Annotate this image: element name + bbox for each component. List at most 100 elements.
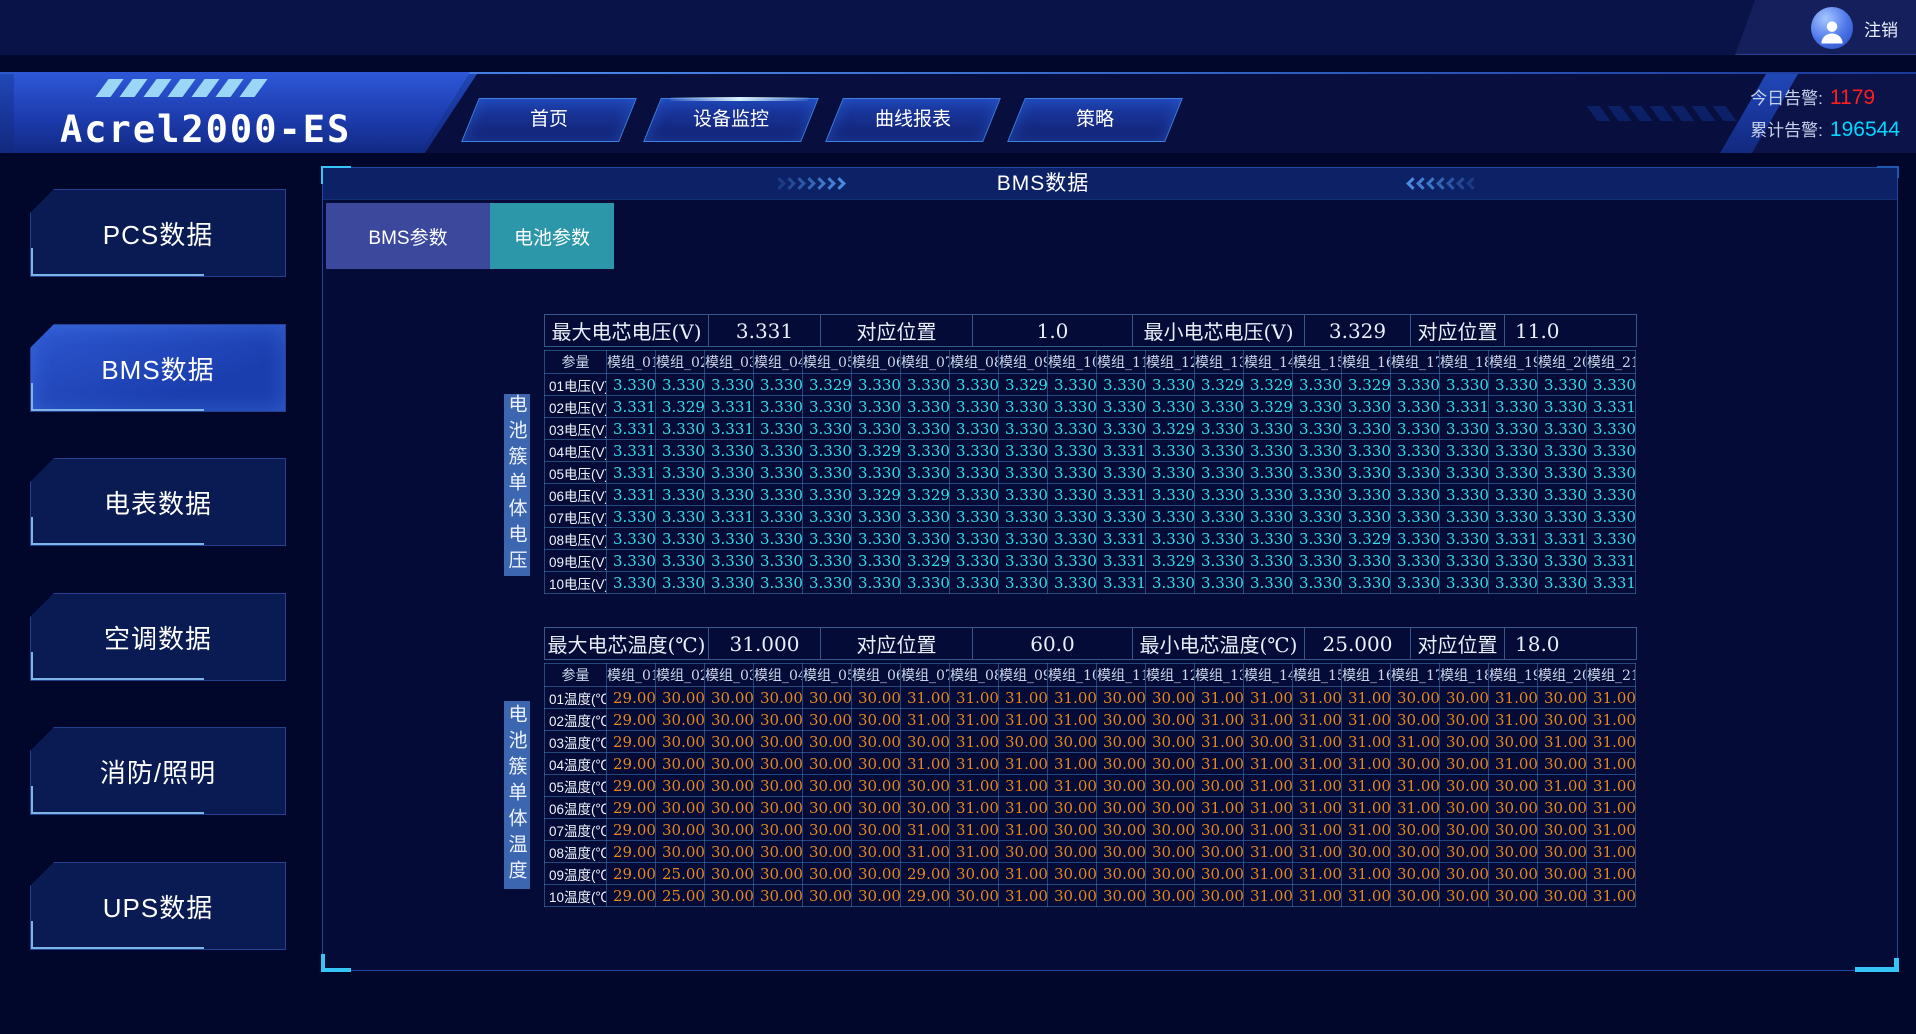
cell-value: 3.330 bbox=[1538, 550, 1587, 572]
cell-value: 30.000 bbox=[999, 731, 1048, 753]
cell-value: 31.000 bbox=[1244, 885, 1293, 907]
panel-tabs: BMS参数电池参数 bbox=[326, 203, 614, 269]
module-header: 模组_14 bbox=[1244, 664, 1293, 687]
sidebar-item-hvac-data[interactable]: 空调数据 bbox=[30, 593, 286, 681]
module-header: 模组_21 bbox=[1587, 664, 1636, 687]
module-header: 模组_18 bbox=[1440, 351, 1489, 374]
cell-value: 31.000 bbox=[1587, 687, 1636, 709]
cell-value: 31.000 bbox=[1587, 863, 1636, 885]
cell-value: 31.000 bbox=[950, 841, 999, 863]
module-header: 模组_06 bbox=[852, 664, 901, 687]
cell-value: 29.000 bbox=[607, 775, 656, 797]
cell-value: 3.330 bbox=[656, 550, 705, 572]
cell-value: 3.330 bbox=[754, 528, 803, 550]
module-header: 模组_11 bbox=[1097, 664, 1146, 687]
cell-value: 31.000 bbox=[1195, 709, 1244, 731]
cell-value: 3.329 bbox=[1146, 550, 1195, 572]
module-header: 模组_02 bbox=[656, 664, 705, 687]
cell-value: 3.330 bbox=[950, 506, 999, 528]
tab-bms-params[interactable]: BMS参数 bbox=[326, 203, 490, 269]
cell-value: 3.330 bbox=[656, 440, 705, 462]
table-row: 02温度(℃)29.00030.00030.00030.00030.00030.… bbox=[545, 709, 1636, 731]
user-avatar-icon[interactable] bbox=[1811, 7, 1853, 49]
cell-value: 31.000 bbox=[1195, 797, 1244, 819]
cell-value: 29.000 bbox=[607, 885, 656, 907]
cell-value: 3.329 bbox=[1195, 374, 1244, 396]
app-logo: Acrel2000-ES bbox=[60, 108, 351, 151]
cell-value: 30.000 bbox=[803, 841, 852, 863]
tab-battery-params[interactable]: 电池参数 bbox=[490, 203, 614, 269]
nav-tab-curve-report[interactable]: 曲线报表 bbox=[825, 98, 1001, 142]
cell-value: 31.000 bbox=[901, 841, 950, 863]
cell-value: 3.329 bbox=[656, 396, 705, 418]
cell-value: 3.330 bbox=[1489, 374, 1538, 396]
module-header: 模组_02 bbox=[656, 351, 705, 374]
cluster-cell-voltage-label: 电池簇单体电压 bbox=[504, 394, 530, 576]
cell-value: 30.000 bbox=[1440, 819, 1489, 841]
sidebar-item-pcs-data[interactable]: PCS数据 bbox=[30, 189, 286, 277]
cell-value: 3.330 bbox=[656, 528, 705, 550]
module-header: 模组_08 bbox=[950, 664, 999, 687]
logout-button[interactable]: 注销 bbox=[1864, 16, 1898, 41]
cell-value: 3.330 bbox=[1048, 462, 1097, 484]
cell-value: 3.330 bbox=[950, 550, 999, 572]
alarm-today-value: 1179 bbox=[1830, 86, 1875, 109]
cell-value: 29.000 bbox=[901, 885, 950, 907]
cell-value: 3.330 bbox=[999, 572, 1048, 594]
cell-value: 30.000 bbox=[656, 753, 705, 775]
module-header: 模组_20 bbox=[1538, 351, 1587, 374]
cell-value: 30.000 bbox=[1391, 819, 1440, 841]
cell-value: 30.000 bbox=[852, 775, 901, 797]
sidebar-item-fire-lighting[interactable]: 消防/照明 bbox=[30, 727, 286, 815]
cell-value: 30.000 bbox=[656, 687, 705, 709]
cell-value: 3.331 bbox=[1587, 550, 1636, 572]
cell-value: 3.329 bbox=[1244, 396, 1293, 418]
cell-value: 31.000 bbox=[1587, 885, 1636, 907]
cell-value: 3.330 bbox=[950, 572, 999, 594]
cell-value: 30.000 bbox=[1538, 753, 1587, 775]
module-header: 模组_16 bbox=[1342, 664, 1391, 687]
cell-value: 3.330 bbox=[1391, 484, 1440, 506]
cell-value: 30.000 bbox=[1244, 731, 1293, 753]
cell-value: 3.330 bbox=[1440, 484, 1489, 506]
sidebar-item-label: PCS数据 bbox=[103, 215, 213, 252]
row-label: 01温度(℃) bbox=[545, 687, 607, 709]
cell-value: 30.000 bbox=[1048, 797, 1097, 819]
cell-value: 3.330 bbox=[1048, 418, 1097, 440]
cell-value: 31.000 bbox=[1048, 753, 1097, 775]
cell-value: 3.331 bbox=[1097, 572, 1146, 594]
sidebar-item-label: UPS数据 bbox=[103, 888, 213, 925]
cell-value: 3.330 bbox=[1342, 462, 1391, 484]
cell-value: 30.000 bbox=[852, 841, 901, 863]
cell-value: 3.330 bbox=[607, 550, 656, 572]
sidebar-item-ups-data[interactable]: UPS数据 bbox=[30, 862, 286, 950]
cell-value: 30.000 bbox=[1391, 687, 1440, 709]
table-row: 04电压(V)3.3313.3303.3303.3303.3303.3293.3… bbox=[545, 440, 1636, 462]
cell-value: 30.000 bbox=[901, 797, 950, 819]
cell-value: 3.330 bbox=[1048, 374, 1097, 396]
cell-value: 3.330 bbox=[852, 418, 901, 440]
cell-value: 3.329 bbox=[1342, 528, 1391, 550]
cell-value: 31.000 bbox=[1293, 775, 1342, 797]
topbar: 注销 bbox=[0, 0, 1916, 55]
cell-value: 30.000 bbox=[705, 797, 754, 819]
cell-value: 3.330 bbox=[1489, 484, 1538, 506]
nav-tab-label: 策略 bbox=[1017, 99, 1173, 141]
cell-value: 3.330 bbox=[950, 396, 999, 418]
deco-backslashes bbox=[1592, 106, 1731, 121]
cell-value: 3.330 bbox=[705, 550, 754, 572]
summary-value: 31.000 bbox=[709, 627, 821, 660]
cell-value: 30.000 bbox=[1489, 775, 1538, 797]
cell-value: 3.330 bbox=[901, 506, 950, 528]
cell-value: 30.000 bbox=[1440, 731, 1489, 753]
cell-value: 3.330 bbox=[1391, 528, 1440, 550]
nav-tab-device-monitor[interactable]: 设备监控 bbox=[643, 98, 819, 142]
sidebar-item-meter-data[interactable]: 电表数据 bbox=[30, 458, 286, 546]
cell-value: 30.000 bbox=[754, 775, 803, 797]
cell-value: 30.000 bbox=[1097, 775, 1146, 797]
nav-tab-home[interactable]: 首页 bbox=[461, 98, 637, 142]
nav-tab-strategy[interactable]: 策略 bbox=[1007, 98, 1183, 142]
cell-value: 3.330 bbox=[1489, 440, 1538, 462]
sidebar-item-bms-data[interactable]: BMS数据 bbox=[30, 324, 286, 412]
cell-value: 31.000 bbox=[1293, 819, 1342, 841]
